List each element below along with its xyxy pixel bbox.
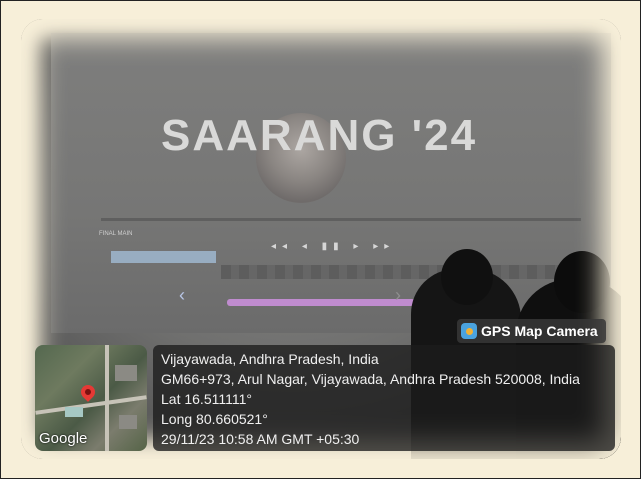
- page-frame: SAARANG '24 FINAL MAIN ◂◂ ◂ ▮▮ ▸ ▸▸ ‹ › …: [0, 0, 641, 479]
- map-pin-icon: [461, 323, 477, 339]
- map-building: [119, 415, 137, 429]
- badge-label: GPS Map Camera: [481, 323, 598, 339]
- person-head: [554, 251, 610, 313]
- google-logo: Google: [39, 430, 88, 447]
- chevron-left-icon: ‹: [179, 285, 185, 305]
- location-marker-icon: [78, 382, 98, 402]
- timeline-clip: [111, 251, 216, 263]
- slider-track: [227, 299, 415, 306]
- video-timeline: [101, 218, 581, 221]
- projection-screen: SAARANG '24 FINAL MAIN ◂◂ ◂ ▮▮ ▸ ▸▸ ‹ ›: [51, 33, 611, 333]
- location-info-panel: Vijayawada, Andhra Pradesh, India GM66+9…: [153, 345, 615, 451]
- transport-controls: ◂◂ ◂ ▮▮ ▸ ▸▸: [271, 241, 396, 252]
- person-head: [441, 249, 493, 305]
- location-longitude: Long 80.660521°: [161, 411, 268, 427]
- chevron-right-icon: ›: [395, 285, 401, 305]
- event-title: SAARANG '24: [161, 111, 478, 160]
- timeline-strip: [221, 265, 581, 279]
- map-road: [105, 345, 109, 451]
- map-building: [115, 365, 137, 381]
- location-datetime: 29/11/23 10:58 AM GMT +05:30: [161, 431, 360, 447]
- gps-map-camera-badge: GPS Map Camera: [457, 319, 606, 343]
- location-latitude: Lat 16.511111°: [161, 391, 252, 407]
- location-city: Vijayawada, Andhra Pradesh, India: [161, 351, 379, 367]
- location-address: GM66+973, Arul Nagar, Vijayawada, Andhra…: [161, 371, 580, 387]
- track-label: FINAL MAIN: [99, 231, 133, 237]
- map-building: [65, 407, 83, 417]
- map-thumbnail: Google: [35, 345, 147, 451]
